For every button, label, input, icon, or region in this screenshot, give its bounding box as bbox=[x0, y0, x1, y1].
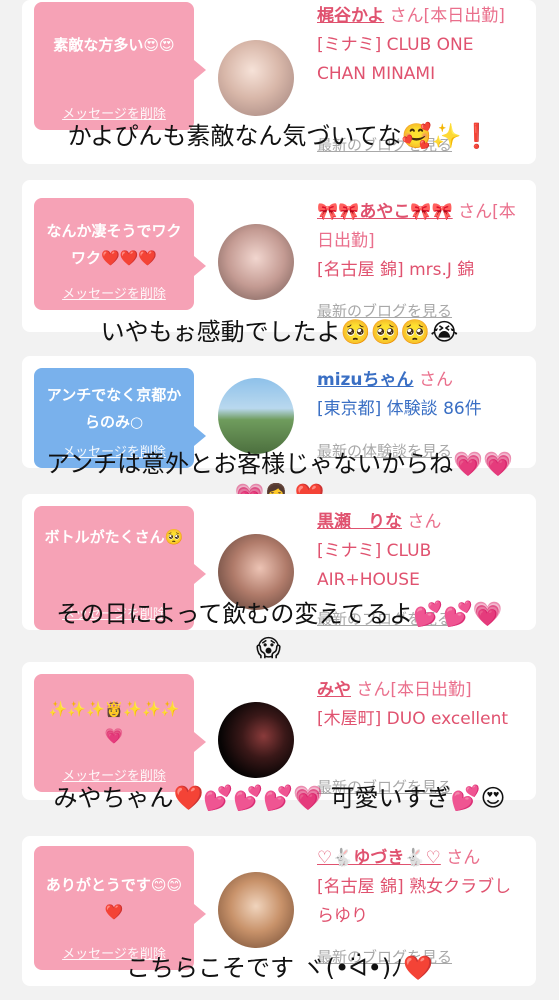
message-bubble: 素敵な方多い😍😍 メッセージを削除 bbox=[34, 2, 206, 130]
shop-info[interactable]: [東京都] 体験談 86件 bbox=[317, 395, 527, 424]
shop-info[interactable]: [木屋町] DUO excellent bbox=[317, 705, 527, 734]
reply-text: こちらこそです ヾ(•ᐛ•)ﾉ❤️ bbox=[125, 954, 433, 982]
profile-name-link[interactable]: 黒瀬 りな bbox=[317, 512, 402, 532]
name-line: mizuちゃん さん bbox=[317, 366, 527, 395]
profile-name-link[interactable]: mizuちゃん bbox=[317, 370, 414, 390]
profile-name-link[interactable]: ♡🐇ゆづき🐇♡ bbox=[317, 848, 441, 868]
message-bubble: なんか凄そうでワクワク❤️❤️❤️ メッセージを削除 bbox=[34, 198, 206, 310]
shop-info[interactable]: [ミナミ] CLUB ONE CHAN MINAMI bbox=[317, 31, 527, 89]
profile-name-link[interactable]: 🎀🎀あやこ🎀🎀 bbox=[317, 202, 453, 222]
message-text: ありがとうです😊😊❤️ bbox=[45, 876, 183, 921]
profile-info: 梶谷かよ さん[本日出勤] [ミナミ] CLUB ONE CHAN MINAMI bbox=[317, 2, 527, 89]
profile-info: みや さん[本日出勤] [木屋町] DUO excellent bbox=[317, 676, 527, 734]
message-text: 素敵な方多い😍😍 bbox=[53, 36, 175, 54]
message-bubble: ✨✨✨👸✨✨✨💗 メッセージを削除 bbox=[34, 674, 206, 792]
name-line: 黒瀬 りな さん bbox=[317, 508, 527, 537]
profile-name-link[interactable]: 梶谷かよ bbox=[317, 6, 384, 26]
profile-info: ♡🐇ゆづき🐇♡ さん [名古屋 錦] 熟女クラブしらゆり bbox=[317, 844, 527, 931]
shop-info[interactable]: [名古屋 錦] 熟女クラブしらゆり bbox=[317, 873, 527, 931]
name-suffix: さん bbox=[418, 370, 453, 390]
reply-text: かよぴんも素敵なん気づいてな🥰✨❗ bbox=[67, 122, 492, 150]
message-text: なんか凄そうでワクワク❤️❤️❤️ bbox=[46, 222, 182, 267]
reply-text: いやもぉ感動でしたよ🥺🥺🥺😭 bbox=[100, 318, 459, 346]
reply-text: みやちゃん❤️💕💕💕💗 可愛いすぎ💕😍 bbox=[53, 784, 506, 812]
message-text: ✨✨✨👸✨✨✨💗 bbox=[48, 700, 180, 745]
message-text: ボトルがたくさん🥺 bbox=[44, 528, 184, 546]
reply-text: その日によって飲むの変えてるよ💕💕💗 bbox=[56, 600, 503, 628]
reply-text-continued: 😱 bbox=[256, 634, 282, 662]
avatar[interactable] bbox=[218, 378, 294, 454]
delete-message-link[interactable]: メッセージを削除 bbox=[34, 283, 194, 302]
avatar[interactable] bbox=[218, 702, 294, 778]
name-line: ♡🐇ゆづき🐇♡ さん bbox=[317, 844, 527, 873]
profile-name-link[interactable]: みや bbox=[317, 680, 351, 700]
name-line: みや さん[本日出勤] bbox=[317, 676, 527, 705]
message-card: ✨✨✨👸✨✨✨💗 メッセージを削除 みや さん[本日出勤] [木屋町] DUO … bbox=[22, 662, 536, 800]
shop-info[interactable]: [名古屋 錦] mrs.J 錦 bbox=[317, 256, 527, 285]
name-suffix: さん[本日出勤] bbox=[389, 6, 505, 26]
avatar[interactable] bbox=[218, 224, 294, 300]
message-card: なんか凄そうでワクワク❤️❤️❤️ メッセージを削除 🎀🎀あやこ🎀🎀 さん[本日… bbox=[22, 180, 536, 332]
reply-text: アンチは意外とお客様じゃないからね💗💗 bbox=[46, 450, 513, 478]
profile-info: mizuちゃん さん [東京都] 体験談 86件 bbox=[317, 366, 527, 424]
name-suffix: さん bbox=[446, 848, 481, 868]
name-suffix: さん bbox=[407, 512, 442, 532]
shop-info[interactable]: [ミナミ] CLUB AIR+HOUSE bbox=[317, 537, 527, 595]
profile-info: 黒瀬 りな さん [ミナミ] CLUB AIR+HOUSE bbox=[317, 508, 527, 595]
profile-info: 🎀🎀あやこ🎀🎀 さん[本日出勤] [名古屋 錦] mrs.J 錦 bbox=[317, 198, 527, 285]
message-text: アンチでなく京都からのみ○ bbox=[46, 386, 182, 431]
name-suffix: さん[本日出勤] bbox=[356, 680, 472, 700]
avatar[interactable] bbox=[218, 40, 294, 116]
avatar[interactable] bbox=[218, 872, 294, 948]
name-line: 梶谷かよ さん[本日出勤] bbox=[317, 2, 527, 31]
name-line: 🎀🎀あやこ🎀🎀 さん[本日出勤] bbox=[317, 198, 527, 256]
